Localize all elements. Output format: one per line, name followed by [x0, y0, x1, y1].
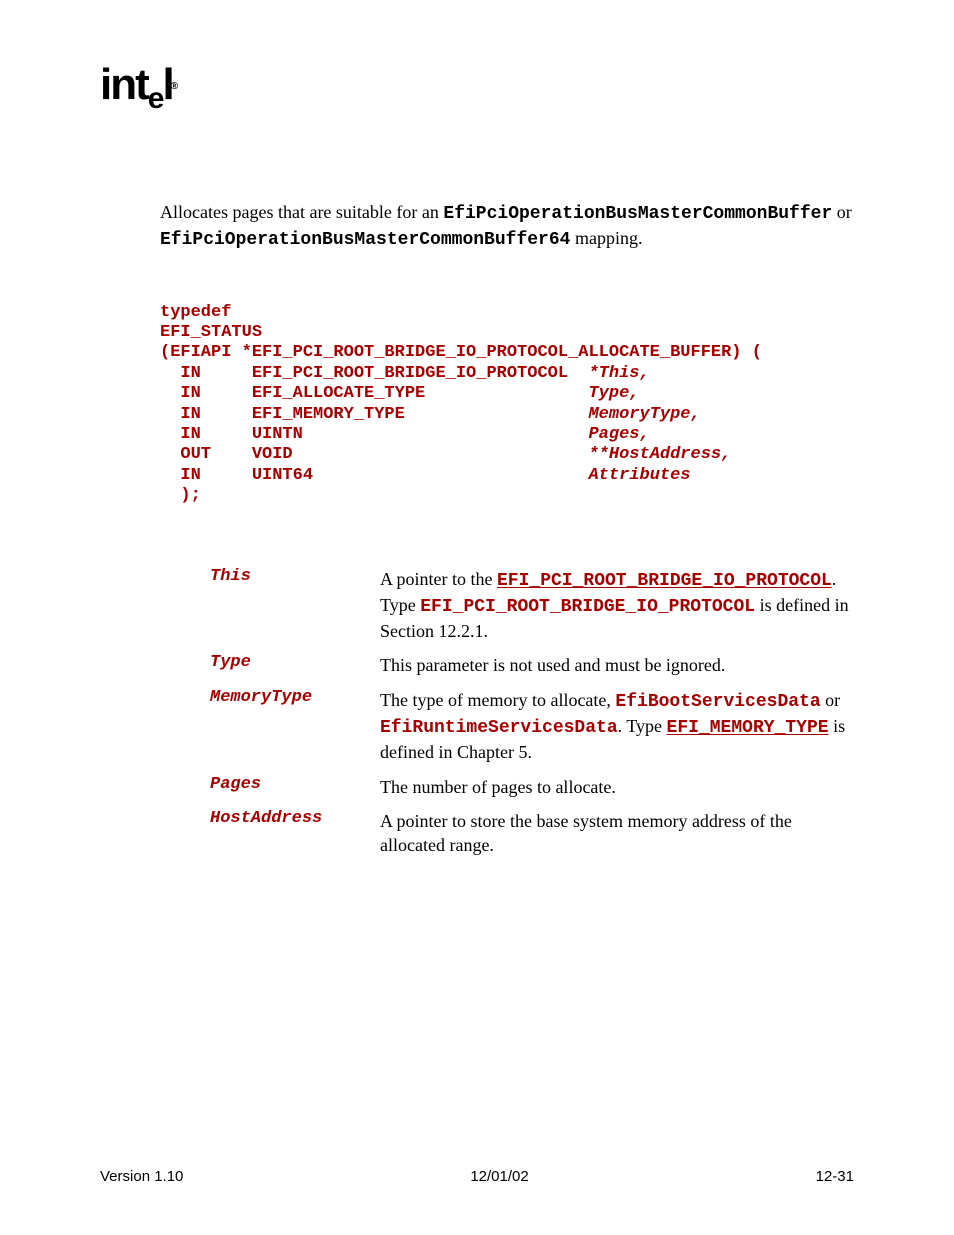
- proto-l2: EFI_STATUS: [160, 323, 262, 342]
- param-row-hostaddress: HostAddress A pointer to store the base …: [210, 809, 854, 858]
- footer-center: 12/01/02: [470, 1168, 528, 1185]
- proto-r5b: **HostAddress,: [588, 445, 731, 464]
- param-row-type: Type This parameter is not used and must…: [210, 653, 854, 677]
- summary-code-1: EfiPciOperationBusMasterCommonBuffer: [443, 204, 832, 224]
- param-desc-memtype: The type of memory to allocate, EfiBootS…: [380, 688, 854, 765]
- proto-r4a: IN UINTN: [160, 425, 588, 444]
- memtype-link1[interactable]: EFI_MEMORY_TYPE: [667, 718, 829, 738]
- proto-r1a: IN EFI_PCI_ROOT_BRIDGE_IO_PROTOCOL: [160, 364, 588, 383]
- pages-t1: The number of pages to allocate.: [380, 777, 616, 797]
- logo-sub: e: [148, 82, 163, 116]
- proto-r6a: IN UINT64: [160, 466, 588, 485]
- memtype-t2: or: [821, 690, 841, 710]
- logo-text: int: [100, 60, 148, 110]
- type-t1: This parameter is not used and must be i…: [380, 655, 725, 675]
- param-row-this: This A pointer to the EFI_PCI_ROOT_BRIDG…: [210, 567, 854, 644]
- parameters-list: This A pointer to the EFI_PCI_ROOT_BRIDG…: [210, 567, 854, 858]
- memtype-code2: EfiRuntimeServicesData: [380, 718, 618, 738]
- page-footer: Version 1.10 12/01/02 12-31: [100, 1168, 854, 1185]
- hostaddr-t1: A pointer to store the base system memor…: [380, 811, 792, 855]
- param-name-this: This: [210, 567, 380, 586]
- intel-logo: intel®: [100, 60, 854, 110]
- param-row-memtype: MemoryType The type of memory to allocat…: [210, 688, 854, 765]
- param-row-pages: Pages The number of pages to allocate.: [210, 775, 854, 799]
- proto-r6b: Attributes: [588, 466, 690, 485]
- memtype-t1: The type of memory to allocate,: [380, 690, 615, 710]
- summary-text: Allocates pages that are suitable for an…: [160, 200, 854, 253]
- proto-l3: (EFIAPI *EFI_PCI_ROOT_BRIDGE_IO_PROTOCOL…: [160, 343, 762, 362]
- footer-right: 12-31: [816, 1168, 854, 1185]
- param-desc-this: A pointer to the EFI_PCI_ROOT_BRIDGE_IO_…: [380, 567, 854, 644]
- prototype-block: typedef EFI_STATUS (EFIAPI *EFI_PCI_ROOT…: [160, 303, 854, 507]
- proto-r2b: Type,: [588, 384, 639, 403]
- proto-l1: typedef: [160, 303, 231, 322]
- proto-r7: );: [160, 486, 201, 505]
- param-name-type: Type: [210, 653, 380, 672]
- this-code1: EFI_PCI_ROOT_BRIDGE_IO_PROTOCOL: [420, 597, 755, 617]
- proto-r5a: OUT VOID: [160, 445, 588, 464]
- proto-r3b: MemoryType,: [588, 405, 700, 424]
- memtype-t3: . Type: [618, 716, 667, 736]
- memtype-code1: EfiBootServicesData: [615, 692, 820, 712]
- this-link1[interactable]: EFI_PCI_ROOT_BRIDGE_IO_PROTOCOL: [497, 571, 832, 591]
- param-desc-pages: The number of pages to allocate.: [380, 775, 854, 799]
- proto-r1b: *This,: [588, 364, 649, 383]
- param-desc-hostaddress: A pointer to store the base system memor…: [380, 809, 854, 858]
- summary-code-2: EfiPciOperationBusMasterCommonBuffer64: [160, 230, 570, 250]
- proto-r4b: Pages,: [588, 425, 649, 444]
- logo-reg: ®: [171, 81, 176, 92]
- proto-r3a: IN EFI_MEMORY_TYPE: [160, 405, 588, 424]
- footer-left: Version 1.10: [100, 1168, 183, 1185]
- param-desc-type: This parameter is not used and must be i…: [380, 653, 854, 677]
- summary-mid: or: [832, 202, 852, 222]
- proto-r2a: IN EFI_ALLOCATE_TYPE: [160, 384, 588, 403]
- param-name-hostaddress: HostAddress: [210, 809, 380, 828]
- summary-pre: Allocates pages that are suitable for an: [160, 202, 443, 222]
- summary-post: mapping.: [570, 228, 642, 248]
- param-name-pages: Pages: [210, 775, 380, 794]
- this-t1: A pointer to the: [380, 569, 497, 589]
- param-name-memtype: MemoryType: [210, 688, 380, 707]
